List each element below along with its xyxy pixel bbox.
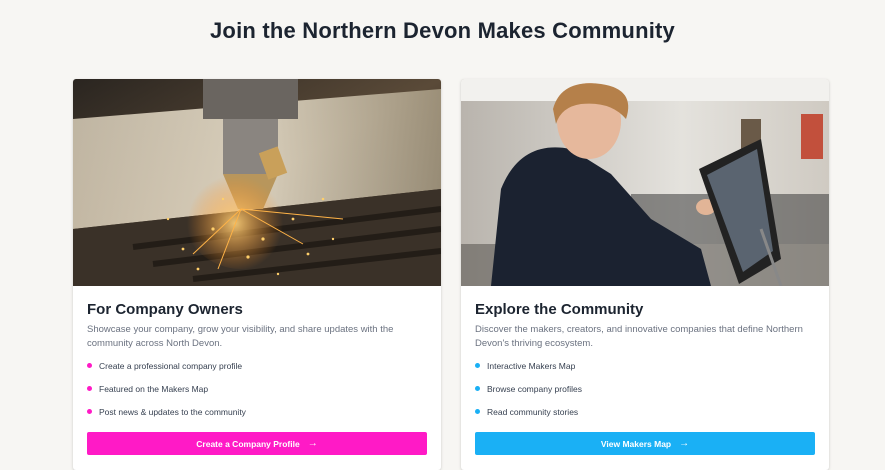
feature-label: Read community stories — [487, 407, 579, 417]
explore-community-body: Explore the Community Discover the maker… — [475, 301, 815, 428]
company-owners-card: For Company Owners Showcase your company… — [73, 79, 441, 470]
view-makers-map-button[interactable]: View Makers Map → — [475, 432, 815, 455]
bullet-icon — [475, 386, 480, 391]
student-tablet-image — [461, 79, 829, 286]
explore-community-features: Interactive Makers Map Browse company pr… — [475, 359, 815, 428]
feature-label: Interactive Makers Map — [487, 361, 576, 371]
feature-item: Featured on the Makers Map — [87, 382, 427, 405]
company-owners-description: Showcase your company, grow your visibil… — [87, 324, 394, 349]
bullet-icon — [87, 409, 92, 414]
feature-label: Featured on the Makers Map — [99, 384, 209, 394]
company-owners-features: Create a professional company profile Fe… — [87, 359, 427, 428]
feature-label: Create a professional company profile — [99, 361, 243, 371]
bullet-icon — [475, 409, 480, 414]
arrow-right-icon: → — [307, 438, 318, 449]
feature-item: Read community stories — [475, 405, 815, 428]
bullet-icon — [475, 363, 480, 368]
page: Join the Northern Devon Makes Community — [0, 0, 885, 470]
create-company-profile-label: Create a Company Profile — [196, 438, 300, 449]
explore-community-description: Discover the makers, creators, and innov… — [475, 324, 803, 349]
arrow-right-icon: → — [679, 438, 690, 449]
company-owners-body: For Company Owners Showcase your company… — [87, 301, 427, 428]
feature-label: Browse company profiles — [487, 384, 582, 394]
feature-item: Interactive Makers Map — [475, 359, 815, 382]
bullet-icon — [87, 386, 92, 391]
explore-community-card: Explore the Community Discover the maker… — [461, 79, 829, 470]
feature-item: Browse company profiles — [475, 382, 815, 405]
laser-cutter-image — [73, 79, 441, 286]
feature-item: Create a professional company profile — [87, 359, 427, 382]
create-company-profile-button[interactable]: Create a Company Profile → — [87, 432, 427, 455]
explore-community-title: Explore the Community — [475, 301, 644, 318]
bullet-icon — [87, 363, 92, 368]
company-owners-title: For Company Owners — [87, 301, 243, 318]
view-makers-map-label: View Makers Map — [600, 438, 672, 449]
page-title: Join the Northern Devon Makes Community — [210, 18, 675, 43]
feature-item: Post news & updates to the community — [87, 405, 427, 428]
feature-label: Post news & updates to the community — [99, 407, 246, 417]
